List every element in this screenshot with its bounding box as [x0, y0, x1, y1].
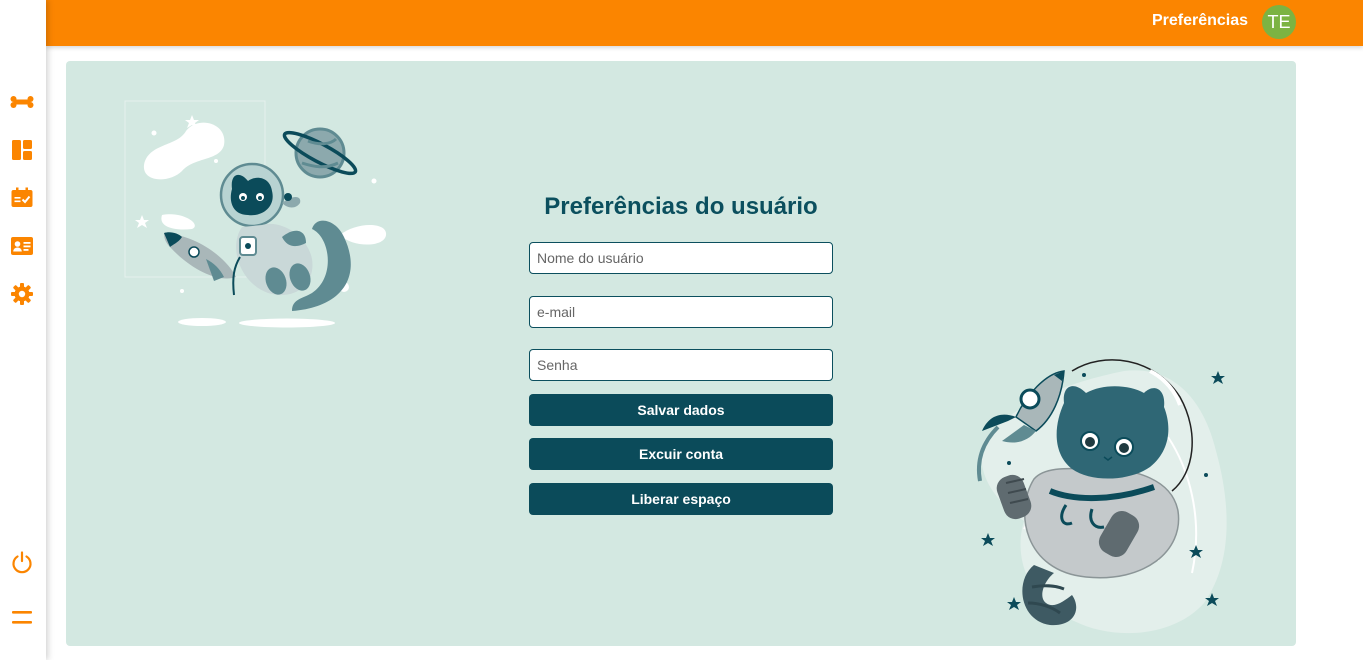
page-title-link[interactable]: Preferências — [1152, 12, 1248, 30]
cat-astronaut-rocket-illustration — [977, 359, 1227, 634]
delete-account-button[interactable]: Excuir conta — [529, 438, 833, 470]
power-icon[interactable] — [10, 550, 34, 574]
email-input[interactable] — [529, 296, 833, 328]
form-title: Preferências do usuário — [544, 193, 818, 220]
password-input[interactable] — [529, 349, 833, 381]
id-card-icon[interactable] — [10, 234, 34, 258]
save-data-button[interactable]: Salvar dados — [529, 394, 833, 426]
username-input[interactable] — [529, 242, 833, 274]
preferences-panel: Preferências do usuário Salvar dados Exc… — [66, 61, 1296, 646]
top-bar: Preferências — [46, 0, 1363, 46]
cat-astronaut-illustration — [124, 100, 387, 328]
gear-icon[interactable] — [10, 282, 34, 306]
sidebar — [0, 0, 46, 660]
free-space-button[interactable]: Liberar espaço — [529, 483, 833, 515]
bone-icon[interactable] — [10, 90, 34, 114]
dashboard-icon[interactable] — [10, 138, 34, 162]
menu-icon[interactable] — [10, 606, 34, 630]
calendar-check-icon[interactable] — [10, 186, 34, 210]
avatar[interactable]: TE — [1262, 5, 1296, 39]
